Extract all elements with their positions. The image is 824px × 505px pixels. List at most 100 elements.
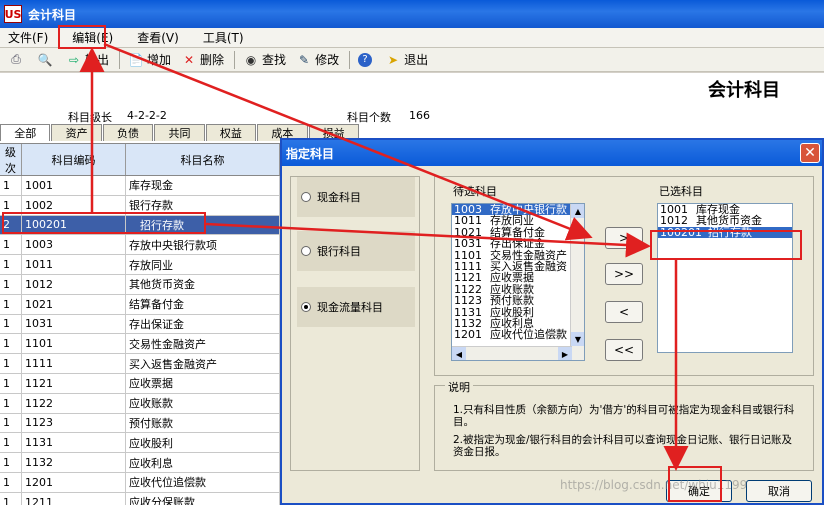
row-level: 2 [0, 215, 22, 235]
radio-icon [301, 246, 311, 256]
move-all-left-button[interactable]: << [605, 339, 643, 361]
menu-view[interactable]: 查看(V) [129, 29, 187, 47]
scroll-left-icon[interactable]: ◀ [452, 347, 466, 360]
toolbar-separator [119, 50, 121, 69]
scroll-right-icon[interactable]: ▶ [558, 347, 572, 360]
delete-icon: ✕ [184, 52, 195, 67]
help-button[interactable]: ? [354, 50, 379, 70]
description-title: 说明 [445, 379, 473, 395]
table-row[interactable]: 1 1211 应收分保账款 [0, 492, 280, 505]
menu-edit[interactable]: 编辑(E) [64, 29, 121, 47]
output-label: 输出 [85, 53, 110, 67]
list-item[interactable]: 1201 应收代位追偿款 [452, 328, 584, 342]
find-button[interactable]: ◉ 查找 [239, 50, 290, 70]
selected-listbox[interactable]: 1001 库存现金 1012 其他货币资金 100201 招行存款 [657, 203, 793, 353]
row-code: 1131 [22, 433, 126, 453]
table-row[interactable]: 1 1132 应收利息 [0, 453, 280, 473]
delete-button[interactable]: ✕ 删除 [177, 50, 228, 70]
tab-assets[interactable]: 资产 [51, 124, 102, 141]
menu-file[interactable]: 文件(F) [0, 29, 56, 47]
header-name[interactable]: 科目名称 [126, 144, 280, 175]
table-row[interactable]: 1 1002 银行存款 [0, 195, 280, 216]
table-row[interactable]: 1 1001 库存现金 [0, 176, 280, 196]
row-level: 1 [0, 195, 22, 215]
table-row[interactable]: 1 1121 应收票据 [0, 373, 280, 394]
move-right-button[interactable]: > [605, 227, 643, 249]
find-label: 查找 [262, 53, 287, 67]
preview-button[interactable]: 🔍 [33, 50, 60, 70]
exit-button[interactable]: ➤ 退出 [381, 50, 432, 70]
pending-listbox[interactable]: 1003 存放中央银行款 1011 存放同业 1021 结算备付金 1031 存出保证金 110… [451, 203, 585, 361]
scroll-down-icon[interactable]: ▼ [571, 332, 584, 346]
close-icon[interactable]: ✕ [800, 143, 820, 163]
tab-equity[interactable]: 权益 [205, 124, 257, 141]
table-row[interactable]: 1 1111 买入返售金融资产 [0, 354, 280, 374]
edit-icon: ✎ [299, 52, 310, 67]
radio-checked-icon [301, 302, 311, 312]
description-group: 说明 1.只有科目性质（余额方向）为'借方'的科目可被指定为现金科目或银行科目。… [434, 379, 814, 471]
item-name: 应收代位追偿款 [490, 328, 567, 342]
print-button[interactable]: ⎙ [4, 50, 31, 70]
horizontal-scrollbar[interactable]: ◀ ▶ [452, 346, 572, 360]
row-name: 买入返售金融资产 [126, 354, 280, 373]
vertical-scrollbar[interactable]: ▲ ▼ [570, 204, 584, 360]
row-code: 1001 [22, 176, 126, 195]
row-code: 1012 [22, 274, 126, 294]
tab-liabilities[interactable]: 负债 [102, 124, 154, 141]
add-button[interactable]: 📄 增加 [124, 50, 175, 70]
row-level: 1 [0, 433, 22, 453]
list-item[interactable]: 1031 存出保证金 [452, 238, 584, 250]
radio-icon [301, 192, 311, 202]
table-row[interactable]: 1 1012 其他货币资金 [0, 274, 280, 295]
table-row[interactable]: 1 1011 存放同业 [0, 255, 280, 275]
app-logo-icon: US [4, 5, 22, 23]
table-row[interactable]: 1 1122 应收账款 [0, 393, 280, 414]
menu-tools[interactable]: 工具(T) [195, 29, 252, 47]
item-code: 100201 [660, 225, 702, 239]
title-bar: US 会计科目 [0, 0, 824, 28]
edit-button[interactable]: ✎ 修改 [292, 50, 343, 70]
radio-bank[interactable]: 银行科目 [297, 231, 415, 271]
scroll-up-icon[interactable]: ▲ [571, 204, 584, 218]
row-name: 银行存款 [126, 195, 280, 215]
selected-label: 已选科目 [659, 185, 703, 198]
header-code[interactable]: 科目编码 [22, 144, 126, 175]
header-level[interactable]: 级次 [0, 144, 22, 175]
row-level: 1 [0, 472, 22, 492]
row-code: 1031 [22, 314, 126, 334]
table-row[interactable]: 1 1021 结算备付金 [0, 294, 280, 315]
list-item[interactable]: 1123 预付账款 [452, 295, 584, 307]
table-row[interactable]: 2 100201 招行存款 [0, 215, 280, 236]
table-row[interactable]: 1 1031 存出保证金 [0, 314, 280, 335]
row-level: 1 [0, 314, 22, 334]
exit-label: 退出 [404, 53, 429, 67]
row-name: 应收股利 [126, 433, 280, 453]
tab-all[interactable]: 全部 [0, 124, 51, 141]
toolbar: ⎙ 🔍 ⇨ 输出 📄 增加 ✕ 删除 ◉ 查找 ✎ 修改 ? ➤ 退出 [0, 48, 824, 72]
toolbar-separator [234, 50, 236, 69]
radio-cashflow[interactable]: 现金流量科目 [297, 287, 415, 327]
move-all-right-button[interactable]: >> [605, 263, 643, 285]
row-code: 1101 [22, 334, 126, 354]
row-name: 预付账款 [126, 413, 280, 433]
list-item[interactable]: 100201 招行存款 [658, 225, 792, 239]
row-level: 1 [0, 235, 22, 255]
move-left-button[interactable]: < [605, 301, 643, 323]
table-row[interactable]: 1 1201 应收代位追偿款 [0, 472, 280, 493]
radio-cash[interactable]: 现金科目 [297, 177, 415, 217]
table-row[interactable]: 1 1123 预付账款 [0, 413, 280, 434]
output-button[interactable]: ⇨ 输出 [62, 50, 113, 70]
cancel-button[interactable]: 取消 [746, 480, 812, 502]
table-row[interactable]: 1 1003 存放中央银行款项 [0, 235, 280, 256]
radio-label: 现金流量科目 [317, 301, 383, 314]
tab-common[interactable]: 共同 [154, 124, 205, 141]
table-row[interactable]: 1 1101 交易性金融资产 [0, 334, 280, 355]
row-level: 1 [0, 255, 22, 274]
grid-body: 1 1001 库存现金 1 1002 银行存款 2 100201 招行存款 1 1003 存放中央银行… [0, 176, 280, 505]
table-row[interactable]: 1 1131 应收股利 [0, 433, 280, 454]
row-name: 应收账款 [126, 393, 280, 413]
row-name: 结算备付金 [126, 294, 280, 314]
description-line-2: 2.被指定为现金/银行科目的会计科目可以查询现金日记账、银行日记账及资金日报。 [453, 434, 793, 458]
row-code: 1123 [22, 413, 126, 433]
count-value: 166 [409, 109, 430, 122]
